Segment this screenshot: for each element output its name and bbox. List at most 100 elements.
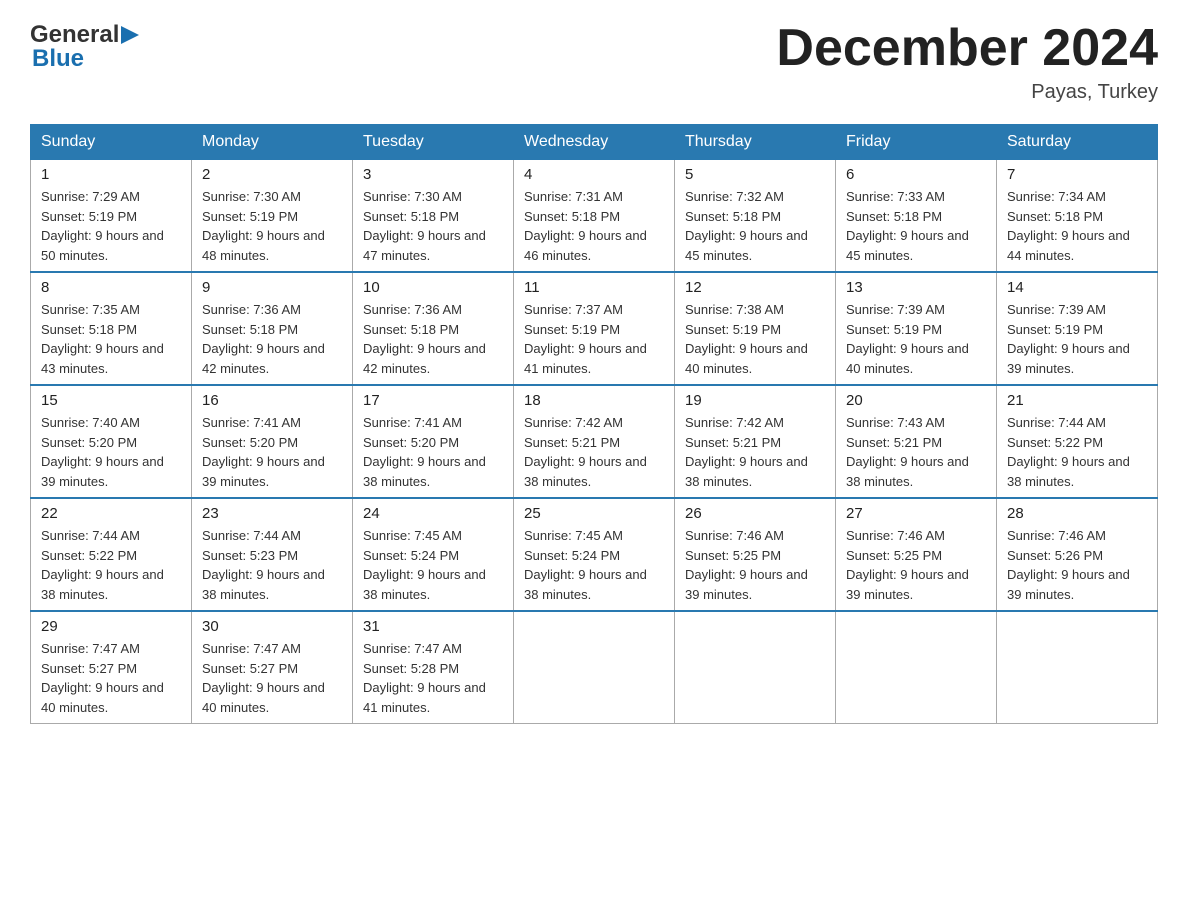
day-number: 3 [363,166,503,183]
day-info: Sunrise: 7:38 AMSunset: 5:19 PMDaylight:… [685,302,808,376]
day-number: 23 [202,505,342,522]
table-row: 1 Sunrise: 7:29 AMSunset: 5:19 PMDayligh… [31,160,192,273]
day-info: Sunrise: 7:30 AMSunset: 5:18 PMDaylight:… [363,189,486,263]
day-number: 29 [41,618,181,635]
day-number: 8 [41,279,181,296]
logo: General Blue [30,20,139,73]
table-row [675,611,836,724]
col-saturday: Saturday [997,125,1158,160]
table-row: 13 Sunrise: 7:39 AMSunset: 5:19 PMDaylig… [836,272,997,385]
table-row: 25 Sunrise: 7:45 AMSunset: 5:24 PMDaylig… [514,498,675,611]
day-info: Sunrise: 7:46 AMSunset: 5:26 PMDaylight:… [1007,528,1130,602]
table-row: 17 Sunrise: 7:41 AMSunset: 5:20 PMDaylig… [353,385,514,498]
day-info: Sunrise: 7:47 AMSunset: 5:27 PMDaylight:… [41,641,164,715]
day-number: 13 [846,279,986,296]
table-row: 3 Sunrise: 7:30 AMSunset: 5:18 PMDayligh… [353,160,514,273]
logo-blue-text: Blue [32,45,139,73]
col-sunday: Sunday [31,125,192,160]
table-row: 7 Sunrise: 7:34 AMSunset: 5:18 PMDayligh… [997,160,1158,273]
col-tuesday: Tuesday [353,125,514,160]
table-row: 14 Sunrise: 7:39 AMSunset: 5:19 PMDaylig… [997,272,1158,385]
day-number: 9 [202,279,342,296]
col-monday: Monday [192,125,353,160]
table-row: 21 Sunrise: 7:44 AMSunset: 5:22 PMDaylig… [997,385,1158,498]
day-number: 12 [685,279,825,296]
day-number: 22 [41,505,181,522]
table-row: 24 Sunrise: 7:45 AMSunset: 5:24 PMDaylig… [353,498,514,611]
day-info: Sunrise: 7:42 AMSunset: 5:21 PMDaylight:… [685,415,808,489]
table-row: 18 Sunrise: 7:42 AMSunset: 5:21 PMDaylig… [514,385,675,498]
day-info: Sunrise: 7:34 AMSunset: 5:18 PMDaylight:… [1007,189,1130,263]
table-row: 10 Sunrise: 7:36 AMSunset: 5:18 PMDaylig… [353,272,514,385]
calendar-week-4: 22 Sunrise: 7:44 AMSunset: 5:22 PMDaylig… [31,498,1158,611]
day-number: 15 [41,392,181,409]
day-info: Sunrise: 7:30 AMSunset: 5:19 PMDaylight:… [202,189,325,263]
day-info: Sunrise: 7:40 AMSunset: 5:20 PMDaylight:… [41,415,164,489]
day-number: 30 [202,618,342,635]
table-row: 16 Sunrise: 7:41 AMSunset: 5:20 PMDaylig… [192,385,353,498]
day-number: 7 [1007,166,1147,183]
col-friday: Friday [836,125,997,160]
calendar-table: Sunday Monday Tuesday Wednesday Thursday… [30,124,1158,724]
day-info: Sunrise: 7:43 AMSunset: 5:21 PMDaylight:… [846,415,969,489]
table-row: 31 Sunrise: 7:47 AMSunset: 5:28 PMDaylig… [353,611,514,724]
day-number: 31 [363,618,503,635]
day-info: Sunrise: 7:47 AMSunset: 5:28 PMDaylight:… [363,641,486,715]
table-row: 9 Sunrise: 7:36 AMSunset: 5:18 PMDayligh… [192,272,353,385]
day-number: 28 [1007,505,1147,522]
table-row [836,611,997,724]
table-row [514,611,675,724]
day-number: 18 [524,392,664,409]
day-number: 21 [1007,392,1147,409]
table-row [997,611,1158,724]
day-info: Sunrise: 7:44 AMSunset: 5:22 PMDaylight:… [41,528,164,602]
day-info: Sunrise: 7:36 AMSunset: 5:18 PMDaylight:… [202,302,325,376]
calendar-week-3: 15 Sunrise: 7:40 AMSunset: 5:20 PMDaylig… [31,385,1158,498]
month-title: December 2024 [776,20,1158,77]
page-header: General Blue December 2024 Payas, Turkey [30,20,1158,104]
day-number: 1 [41,166,181,183]
day-number: 24 [363,505,503,522]
day-number: 4 [524,166,664,183]
table-row: 12 Sunrise: 7:38 AMSunset: 5:19 PMDaylig… [675,272,836,385]
title-block: December 2024 Payas, Turkey [776,20,1158,104]
day-number: 5 [685,166,825,183]
day-info: Sunrise: 7:46 AMSunset: 5:25 PMDaylight:… [846,528,969,602]
calendar-week-2: 8 Sunrise: 7:35 AMSunset: 5:18 PMDayligh… [31,272,1158,385]
table-row: 19 Sunrise: 7:42 AMSunset: 5:21 PMDaylig… [675,385,836,498]
col-wednesday: Wednesday [514,125,675,160]
day-number: 19 [685,392,825,409]
table-row: 27 Sunrise: 7:46 AMSunset: 5:25 PMDaylig… [836,498,997,611]
day-number: 14 [1007,279,1147,296]
day-number: 11 [524,279,664,296]
day-info: Sunrise: 7:45 AMSunset: 5:24 PMDaylight:… [524,528,647,602]
col-thursday: Thursday [675,125,836,160]
table-row: 23 Sunrise: 7:44 AMSunset: 5:23 PMDaylig… [192,498,353,611]
day-info: Sunrise: 7:41 AMSunset: 5:20 PMDaylight:… [202,415,325,489]
day-info: Sunrise: 7:47 AMSunset: 5:27 PMDaylight:… [202,641,325,715]
day-number: 2 [202,166,342,183]
day-info: Sunrise: 7:37 AMSunset: 5:19 PMDaylight:… [524,302,647,376]
day-info: Sunrise: 7:46 AMSunset: 5:25 PMDaylight:… [685,528,808,602]
table-row: 11 Sunrise: 7:37 AMSunset: 5:19 PMDaylig… [514,272,675,385]
calendar-week-5: 29 Sunrise: 7:47 AMSunset: 5:27 PMDaylig… [31,611,1158,724]
day-number: 26 [685,505,825,522]
table-row: 15 Sunrise: 7:40 AMSunset: 5:20 PMDaylig… [31,385,192,498]
calendar-header-row: Sunday Monday Tuesday Wednesday Thursday… [31,125,1158,160]
day-number: 17 [363,392,503,409]
table-row: 2 Sunrise: 7:30 AMSunset: 5:19 PMDayligh… [192,160,353,273]
location: Payas, Turkey [776,81,1158,104]
day-info: Sunrise: 7:36 AMSunset: 5:18 PMDaylight:… [363,302,486,376]
day-info: Sunrise: 7:41 AMSunset: 5:20 PMDaylight:… [363,415,486,489]
day-info: Sunrise: 7:33 AMSunset: 5:18 PMDaylight:… [846,189,969,263]
day-number: 6 [846,166,986,183]
day-number: 10 [363,279,503,296]
table-row: 22 Sunrise: 7:44 AMSunset: 5:22 PMDaylig… [31,498,192,611]
table-row: 5 Sunrise: 7:32 AMSunset: 5:18 PMDayligh… [675,160,836,273]
day-number: 20 [846,392,986,409]
day-info: Sunrise: 7:31 AMSunset: 5:18 PMDaylight:… [524,189,647,263]
table-row: 28 Sunrise: 7:46 AMSunset: 5:26 PMDaylig… [997,498,1158,611]
table-row: 26 Sunrise: 7:46 AMSunset: 5:25 PMDaylig… [675,498,836,611]
table-row: 29 Sunrise: 7:47 AMSunset: 5:27 PMDaylig… [31,611,192,724]
table-row: 4 Sunrise: 7:31 AMSunset: 5:18 PMDayligh… [514,160,675,273]
